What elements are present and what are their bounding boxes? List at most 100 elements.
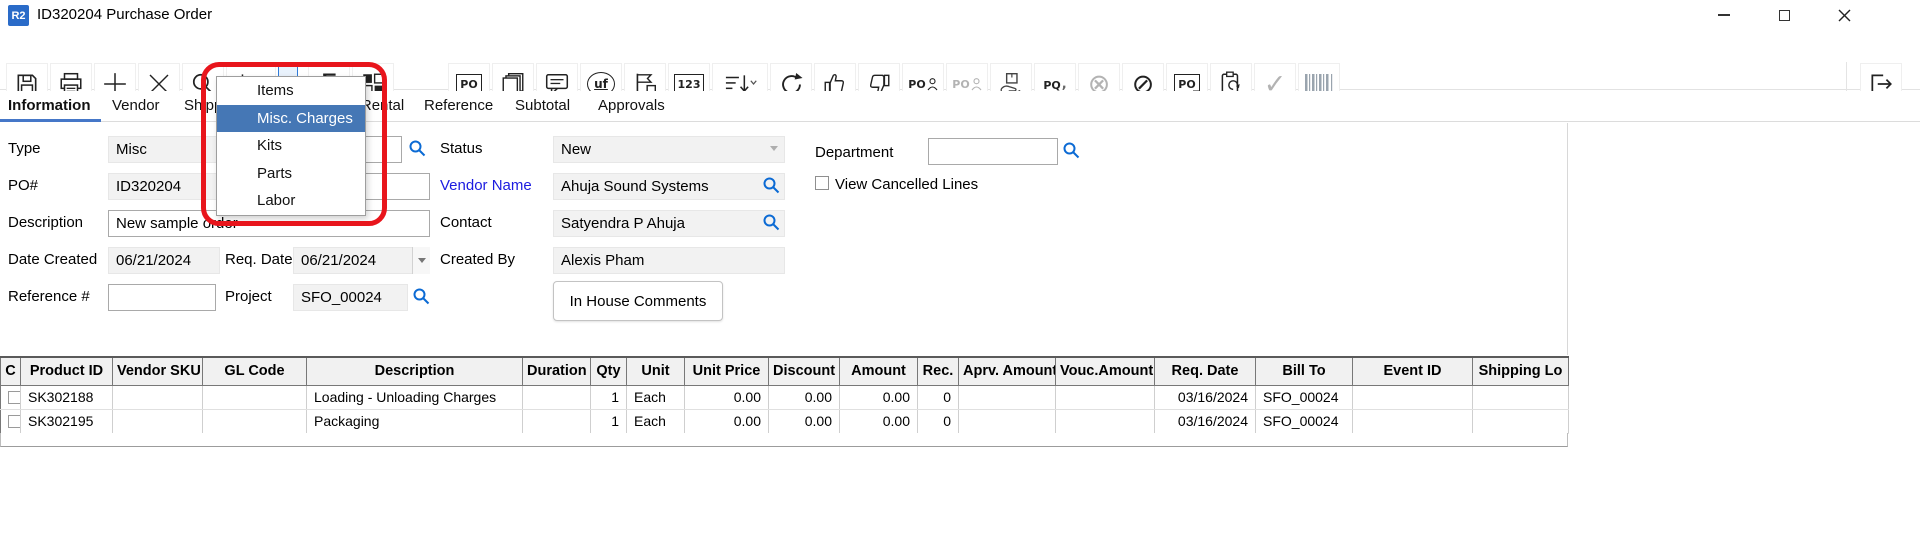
po-number-field[interactable]: ID320204 <box>108 173 220 200</box>
lookup-search-icon[interactable] <box>408 139 426 157</box>
cell-vendor-sku[interactable] <box>113 409 203 433</box>
col-header-amount[interactable]: Amount <box>840 357 918 385</box>
cell-amount[interactable]: 0.00 <box>840 409 918 433</box>
date-created-label: Date Created <box>8 251 97 268</box>
department-field[interactable] <box>928 138 1058 165</box>
menu-item-misc-charges[interactable]: Misc. Charges <box>217 105 365 133</box>
col-header-aprv-amount[interactable]: Aprv. Amount <box>959 357 1056 385</box>
cell-vouc-amount[interactable] <box>1056 385 1155 409</box>
col-header-event-id[interactable]: Event ID <box>1353 357 1473 385</box>
col-header-qty[interactable]: Qty <box>591 357 627 385</box>
table-row: SK302188 Loading - Unloading Charges 1 E… <box>1 385 1569 409</box>
vendor-search-icon[interactable] <box>762 176 780 194</box>
cell-qty[interactable]: 1 <box>591 409 627 433</box>
col-header-checkbox[interactable]: C <box>1 357 21 385</box>
row-checkbox-cell[interactable] <box>1 385 21 409</box>
contact-label: Contact <box>440 214 492 231</box>
add-item-dropdown-menu: Items Misc. Charges Kits Parts Labor <box>216 76 366 216</box>
col-header-rec[interactable]: Rec. <box>918 357 959 385</box>
menu-item-items[interactable]: Items <box>217 77 365 105</box>
contact-field[interactable]: Satyendra P Ahuja <box>553 210 785 237</box>
col-header-description[interactable]: Description <box>307 357 523 385</box>
minimize-button[interactable] <box>1695 0 1753 30</box>
cell-product-id[interactable]: SK302188 <box>21 385 113 409</box>
tab-approvals[interactable]: Approvals <box>598 91 665 122</box>
cell-gl-code[interactable] <box>203 385 307 409</box>
row-checkbox[interactable] <box>8 391 21 404</box>
vendor-name-label[interactable]: Vendor Name <box>440 177 532 194</box>
cell-description[interactable]: Packaging <box>307 409 523 433</box>
cell-duration[interactable] <box>523 385 591 409</box>
tab-reference[interactable]: Reference <box>424 91 493 122</box>
cell-rec[interactable]: 0 <box>918 385 959 409</box>
col-header-product-id[interactable]: Product ID <box>21 357 113 385</box>
req-date-label: Req. Date <box>225 251 293 268</box>
col-header-bill-to[interactable]: Bill To <box>1256 357 1353 385</box>
tab-vendor[interactable]: Vendor <box>112 91 160 122</box>
project-field[interactable]: SFO_00024 <box>293 284 408 311</box>
cell-vendor-sku[interactable] <box>113 385 203 409</box>
row-checkbox-cell[interactable] <box>1 409 21 433</box>
req-date-dropdown-button[interactable] <box>412 247 430 274</box>
cell-discount[interactable]: 0.00 <box>769 409 840 433</box>
in-house-comments-button[interactable]: In House Comments <box>553 281 723 321</box>
status-field[interactable]: New <box>553 136 785 163</box>
cell-bill-to[interactable]: SFO_00024 <box>1256 385 1353 409</box>
cell-aprv-amount[interactable] <box>959 409 1056 433</box>
created-by-field[interactable]: Alexis Pham <box>553 247 785 274</box>
cell-product-id[interactable]: SK302195 <box>21 409 113 433</box>
contact-search-icon[interactable] <box>762 213 780 231</box>
cell-req-date[interactable]: 03/16/2024 <box>1155 385 1256 409</box>
cell-unit[interactable]: Each <box>627 385 685 409</box>
col-header-gl-code[interactable]: GL Code <box>203 357 307 385</box>
cell-rec[interactable]: 0 <box>918 409 959 433</box>
window-title: ID320204 Purchase Order <box>37 6 212 23</box>
col-header-vendor-sku[interactable]: Vendor SKU <box>113 357 203 385</box>
cell-amount[interactable]: 0.00 <box>840 385 918 409</box>
close-button[interactable] <box>1815 0 1873 30</box>
col-header-duration[interactable]: Duration <box>523 357 591 385</box>
project-search-icon[interactable] <box>412 287 430 305</box>
cell-event-id[interactable] <box>1353 409 1473 433</box>
cell-unit-price[interactable]: 0.00 <box>685 409 769 433</box>
type-field[interactable]: Misc <box>108 136 220 163</box>
cell-gl-code[interactable] <box>203 409 307 433</box>
cell-description[interactable]: Loading - Unloading Charges <box>307 385 523 409</box>
row-checkbox[interactable] <box>8 415 21 428</box>
cell-req-date[interactable]: 03/16/2024 <box>1155 409 1256 433</box>
col-header-unit[interactable]: Unit <box>627 357 685 385</box>
col-header-discount[interactable]: Discount <box>769 357 840 385</box>
pq-icon: PQ <box>1043 79 1060 92</box>
req-date-field[interactable]: 06/21/2024 <box>293 247 430 274</box>
cell-unit[interactable]: Each <box>627 409 685 433</box>
menu-item-parts[interactable]: Parts <box>217 160 365 188</box>
date-created-field[interactable]: 06/21/2024 <box>108 247 220 274</box>
department-search-icon[interactable] <box>1062 141 1080 159</box>
col-header-unit-price[interactable]: Unit Price <box>685 357 769 385</box>
view-cancelled-lines-checkbox[interactable] <box>815 176 829 190</box>
status-chevron-icon[interactable] <box>770 146 778 151</box>
cell-aprv-amount[interactable] <box>959 385 1056 409</box>
cell-unit-price[interactable]: 0.00 <box>685 385 769 409</box>
cell-duration[interactable] <box>523 409 591 433</box>
col-header-shipping[interactable]: Shipping Lo <box>1473 357 1569 385</box>
cell-shipping[interactable] <box>1473 385 1569 409</box>
col-header-req-date[interactable]: Req. Date <box>1155 357 1256 385</box>
cell-bill-to[interactable]: SFO_00024 <box>1256 409 1353 433</box>
cell-event-id[interactable] <box>1353 385 1473 409</box>
menu-item-labor[interactable]: Labor <box>217 187 365 215</box>
vendor-name-field[interactable]: Ahuja Sound Systems <box>553 173 785 200</box>
col-header-vouc-amount[interactable]: Vouc.Amount <box>1056 357 1155 385</box>
type-label: Type <box>8 140 41 157</box>
cell-shipping[interactable] <box>1473 409 1569 433</box>
cell-qty[interactable]: 1 <box>591 385 627 409</box>
cell-vouc-amount[interactable] <box>1056 409 1155 433</box>
pq-tail-mark: , <box>1062 77 1067 92</box>
cell-discount[interactable]: 0.00 <box>769 385 840 409</box>
project-label: Project <box>225 288 272 305</box>
tab-subtotal[interactable]: Subtotal <box>515 91 570 122</box>
tab-information[interactable]: Information <box>0 91 101 122</box>
reference-field[interactable] <box>108 284 216 311</box>
menu-item-kits[interactable]: Kits <box>217 132 365 160</box>
maximize-button[interactable] <box>1755 0 1813 30</box>
